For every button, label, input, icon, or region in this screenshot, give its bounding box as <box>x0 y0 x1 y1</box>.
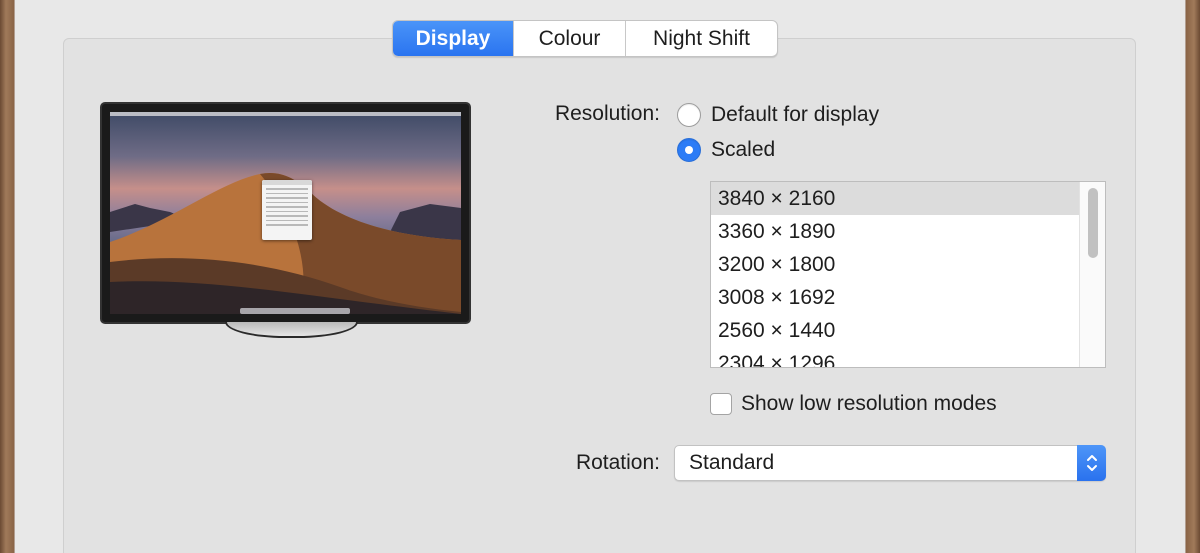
low-resolution-label: Show low resolution modes <box>741 392 997 416</box>
desktop-wallpaper-preview <box>110 112 461 314</box>
list-item[interactable]: 3360 × 1890 <box>711 215 1105 248</box>
low-resolution-toggle[interactable]: Show low resolution modes <box>710 392 997 416</box>
tab-colour[interactable]: Colour <box>513 21 625 56</box>
radio-button[interactable] <box>677 138 701 162</box>
app-window-preview <box>262 180 312 240</box>
radio-label: Scaled <box>711 138 775 162</box>
radio-scaled[interactable]: Scaled <box>677 138 775 162</box>
list-item[interactable]: 3008 × 1692 <box>711 281 1105 314</box>
low-resolution-checkbox[interactable] <box>710 393 732 415</box>
radio-label: Default for display <box>711 103 879 127</box>
radio-button[interactable] <box>677 103 701 127</box>
scrollbar-thumb[interactable] <box>1088 188 1098 258</box>
list-item[interactable]: 3840 × 2160 <box>711 182 1105 215</box>
list-item[interactable]: 2304 × 1296 <box>711 347 1105 368</box>
list-scrollbar[interactable] <box>1079 182 1105 367</box>
rotation-label: Rotation: <box>520 451 660 475</box>
tab-display[interactable]: Display <box>393 21 513 56</box>
resolution-label: Resolution: <box>520 102 660 126</box>
rotation-value: Standard <box>689 451 774 474</box>
tab-night-shift[interactable]: Night Shift <box>625 21 777 56</box>
list-item[interactable]: 2560 × 1440 <box>711 314 1105 347</box>
radio-default-for-display[interactable]: Default for display <box>677 103 879 127</box>
tab-bar: Display Colour Night Shift <box>392 20 778 57</box>
list-item[interactable]: 3200 × 1800 <box>711 248 1105 281</box>
rotation-select[interactable]: Standard <box>674 445 1106 481</box>
display-preview <box>100 102 471 324</box>
resolution-list[interactable]: 3840 × 2160 3360 × 1890 3200 × 1800 3008… <box>710 181 1106 368</box>
dock-preview <box>240 308 350 314</box>
chevron-up-down-icon[interactable] <box>1077 445 1106 481</box>
